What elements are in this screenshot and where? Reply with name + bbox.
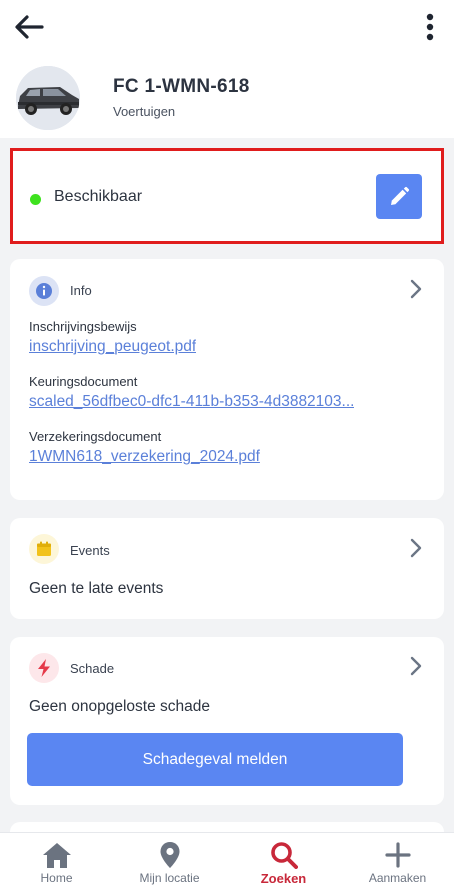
vehicle-header: FC 1-WMN-618 Voertuigen: [0, 56, 454, 138]
info-icon: [36, 283, 52, 299]
document-link[interactable]: 1WMN618_verzekering_2024.pdf: [29, 448, 260, 466]
search-icon: [268, 840, 300, 870]
damage-card-title: Schade: [70, 661, 115, 676]
info-icon-badge: [29, 276, 59, 306]
events-status-text: Geen te late events: [29, 580, 164, 597]
vehicle-avatar: [16, 66, 80, 130]
nav-item-location[interactable]: Mijn locatie: [113, 833, 226, 891]
calendar-icon-badge: [29, 534, 59, 564]
arrow-left-icon: [15, 15, 44, 39]
nav-label-create: Aanmaken: [368, 871, 427, 885]
vehicle-title: FC 1-WMN-618: [113, 76, 250, 97]
top-bar: [0, 0, 454, 56]
lightning-icon: [38, 659, 50, 677]
document-label: Verzekeringsdocument: [29, 429, 162, 444]
events-chevron-right-icon[interactable]: [406, 536, 426, 560]
damage-card[interactable]: Schade Geen onopgeloste schade Schadegev…: [10, 637, 444, 805]
status-card: Beschikbaar: [10, 148, 444, 244]
home-icon: [41, 840, 73, 870]
damage-chevron-right-icon[interactable]: [406, 654, 426, 678]
document-link[interactable]: scaled_56dfbec0-dfc1-411b-b353-4d3882103…: [29, 393, 354, 411]
document-label: Inschrijvingsbewijs: [29, 319, 137, 334]
vehicle-category: Voertuigen: [113, 104, 176, 119]
car-image: [16, 66, 80, 130]
lightning-icon-badge: [29, 653, 59, 683]
more-vertical-icon: [426, 13, 434, 41]
nav-item-home[interactable]: Home: [0, 833, 113, 891]
nav-label-home: Home: [40, 871, 73, 885]
bottom-navigation: Home Mijn locatie Zoeken Aanmaken: [0, 832, 454, 891]
events-card-title: Events: [70, 543, 110, 558]
nav-item-search[interactable]: Zoeken: [227, 833, 340, 891]
info-chevron-right-icon[interactable]: [406, 277, 426, 301]
document-label: Keuringsdocument: [29, 374, 138, 389]
status-label: Beschikbaar: [54, 188, 143, 205]
calendar-icon: [37, 541, 51, 556]
document-link[interactable]: inschrijving_peugeot.pdf: [29, 338, 196, 356]
edit-status-button[interactable]: [376, 174, 422, 219]
info-card[interactable]: Info Inschrijvingsbewijs inschrijving_pe…: [10, 259, 444, 500]
damage-status-text: Geen onopgeloste schade: [29, 698, 210, 715]
report-damage-button[interactable]: Schadegeval melden: [27, 733, 403, 786]
nav-item-create[interactable]: Aanmaken: [341, 833, 454, 891]
pencil-icon: [391, 186, 410, 205]
info-card-title: Info: [70, 283, 92, 298]
events-card[interactable]: Events Geen te late events: [10, 518, 444, 619]
more-options-button[interactable]: [416, 8, 444, 46]
nav-label-search: Zoeken: [260, 871, 307, 886]
plus-icon: [382, 840, 414, 870]
location-pin-icon: [154, 840, 186, 870]
status-indicator-dot: [30, 194, 41, 205]
nav-label-location: Mijn locatie: [139, 871, 200, 885]
back-button[interactable]: [12, 10, 46, 44]
